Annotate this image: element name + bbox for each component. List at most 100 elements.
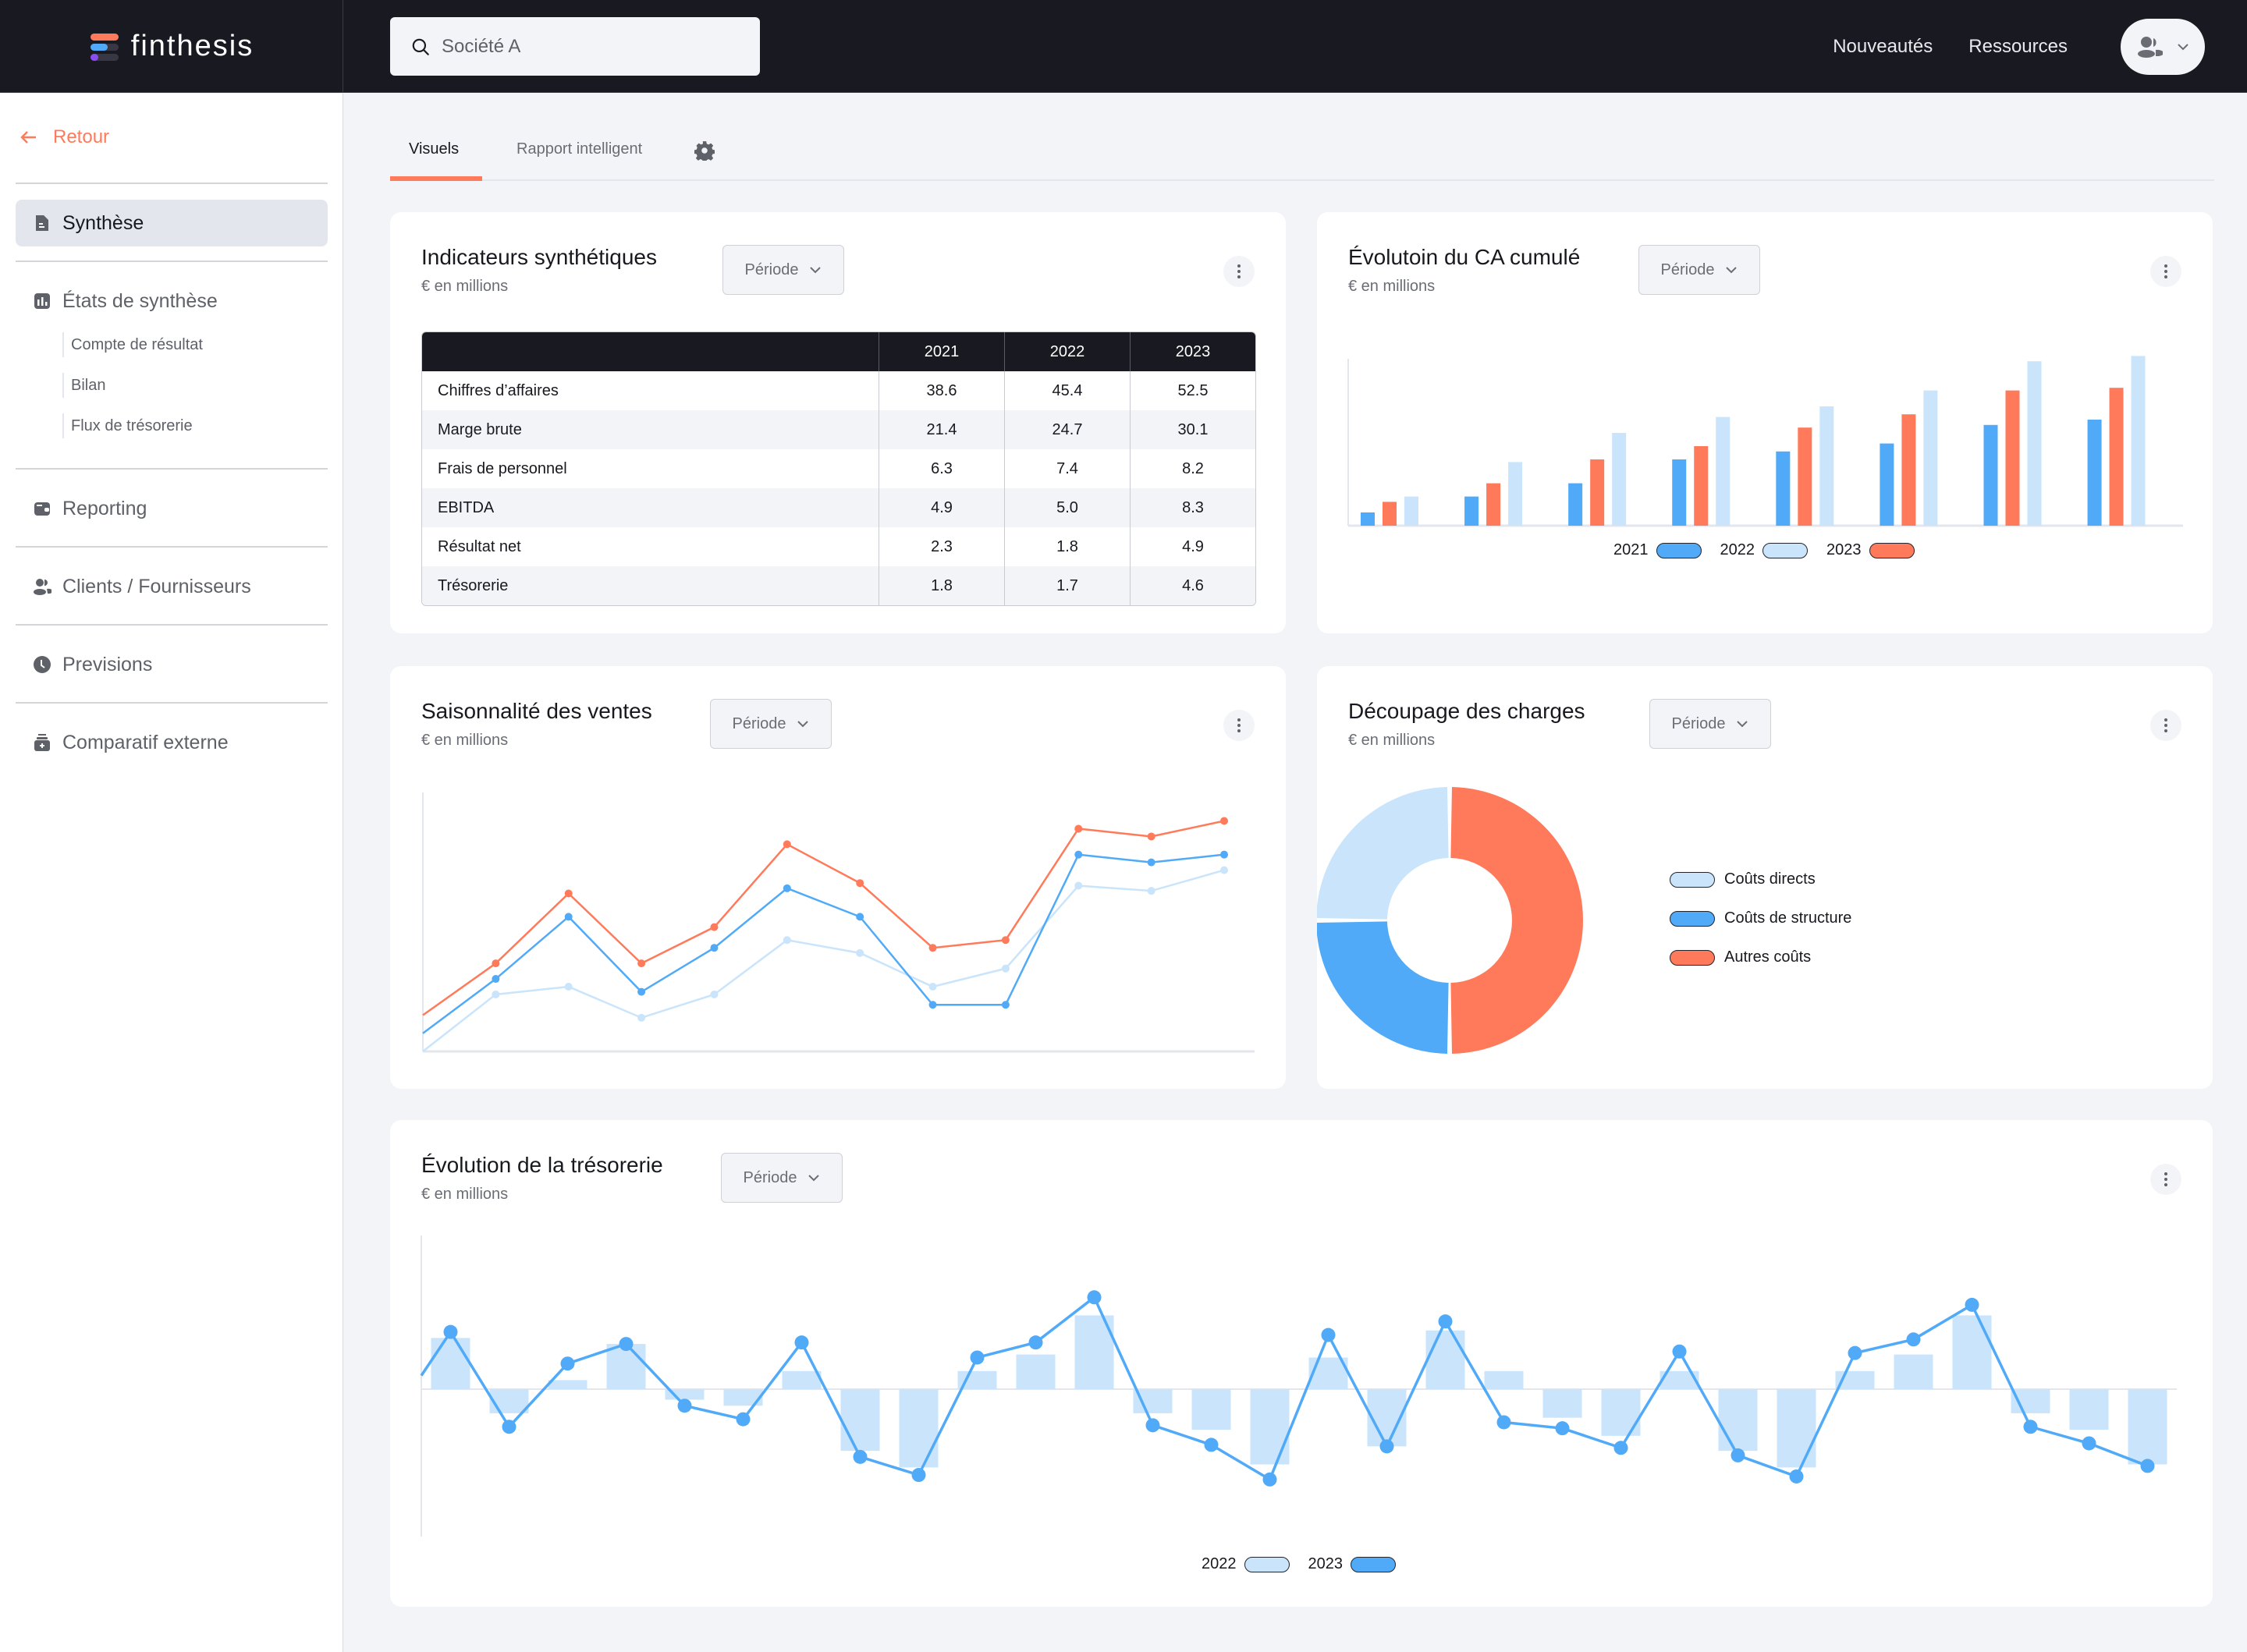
brand[interactable]: finthesis [0,0,343,93]
point-2023-30 [2140,1459,2155,1473]
chevron-down-icon [810,267,822,274]
point-2023-4 [619,1337,634,1352]
point-2023-11 [1220,817,1228,825]
point-2023-4 [710,923,719,931]
legend-item[interactable]: 2022 [1202,1555,1290,1573]
back-label: Retour [53,126,110,147]
bar-2021-3 [1568,483,1583,526]
sidebar-subitem-bilan[interactable]: Bilan [62,373,105,398]
sidebar-item-reporting[interactable]: Reporting [16,485,328,532]
sidebar-item-label: Clients / Fournisseurs [62,575,251,597]
period-label: Période [744,261,799,278]
kebab-icon [1237,264,1241,278]
legend-item[interactable]: Coûts directs [1670,870,1851,888]
legend-item[interactable]: 2022 [1720,541,1808,559]
search-input[interactable] [442,35,738,58]
bar-2022-8 [840,1389,880,1452]
point-2022-5 [783,936,791,945]
divider [16,468,328,470]
point-2023-9 [911,1468,926,1483]
point-2023-6 [856,879,864,888]
bar-2023-2 [1486,483,1501,526]
point-2023-12 [1087,1290,1102,1305]
point-2023-26 [1906,1332,1921,1347]
sidebar-item-etats-de-synthese[interactable]: États de synthèse [16,278,328,324]
table-row: Chiffres d’affaires 38.6 45.4 52.5 [422,371,1255,410]
cell-value: 52.5 [1130,371,1255,410]
sidebar-item-previsions[interactable]: Previsions [16,641,328,688]
cell-value: 7.4 [1004,449,1130,488]
point-2023-16 [1321,1328,1336,1342]
bar-2022-14 [1191,1389,1231,1430]
card-decoupage-charges: Découpage des charges € en millions Péri… [1317,666,2213,1089]
point-2023-8 [1001,936,1010,945]
point-2023-27 [1965,1297,1979,1312]
bar-2021-1 [1361,512,1375,526]
back-link[interactable]: Retour [20,126,109,148]
legend-item[interactable]: 2021 [1613,541,1702,559]
link-ressources[interactable]: Ressources [1968,36,2068,58]
bar-2022-1 [1404,496,1418,526]
cell-value: 4.6 [1130,566,1255,605]
point-2023-18 [1438,1314,1453,1329]
cell-value: 1.8 [1004,527,1130,566]
bar-2022-18 [1425,1330,1465,1389]
sidebar-item-synthese[interactable]: Synthèse [16,200,328,246]
cell-value: 38.6 [879,371,1004,410]
bar-2023-8 [2109,388,2124,526]
bar-2023-6 [1901,414,1916,526]
point-2021-7 [928,1001,937,1009]
legend-item[interactable]: Autres coûts [1670,948,1851,966]
point-2021-4 [710,944,719,952]
link-nouveautes[interactable]: Nouveautés [1833,36,1933,58]
row-label: Trésorerie [422,566,879,605]
bar-2022-6 [1923,390,1938,526]
row-label: Résultat net [438,537,521,555]
cell-value: 21.4 [879,410,1004,449]
gear-icon[interactable] [694,140,715,161]
indicators-table: 2021 2022 2023 Chiffres d’affaires 38.6 45.4… [421,331,1256,606]
sidebar-item-label: États de synthèse [62,289,218,312]
tab-visuels[interactable]: Visuels [409,140,459,158]
sidebar-item-label: Reporting [62,497,147,519]
sidebar-subitem-compte-de-resultat[interactable]: Compte de résultat [62,332,203,357]
bar-2021-6 [1880,443,1894,526]
sidebar-subitem-flux-de-tresorerie[interactable]: Flux de trésorerie [62,413,193,438]
top-links: Nouveautés Ressources [1833,0,2068,93]
legend-item[interactable]: 2023 [1826,541,1915,559]
company-search[interactable] [390,17,760,76]
legend-label: Autres coûts [1724,948,1812,966]
table-row: Frais de personnel 6.3 7.4 8.2 [422,449,1255,488]
bar-2022-11 [1016,1354,1056,1389]
row-label: Chiffres d’affaires [438,381,559,399]
user-menu-button[interactable] [2121,19,2205,75]
cell-value: 45.4 [1004,371,1130,410]
bar-2023-1 [1383,502,1397,526]
bar-2022-20 [1542,1389,1582,1418]
cell-value: 1.8 [879,566,1004,605]
point-2022-9 [1074,881,1083,890]
sidebar-item-clients-fournisseurs[interactable]: Clients / Fournisseurs [16,563,328,610]
users-icon [2138,37,2163,58]
sidebar-item-comparatif-externe[interactable]: Comparatif externe [16,719,328,766]
point-2021-3 [637,987,646,996]
tab-rapport-intelligent[interactable]: Rapport intelligent [516,140,642,158]
arrow-left-icon [20,131,36,144]
bar-2021-8 [2087,420,2102,526]
bar-2023-5 [1798,427,1812,526]
point-2023-8 [853,1449,868,1464]
legend-item[interactable]: Coûts de structure [1670,909,1851,927]
row-label: EBITDA [422,488,879,527]
chart-legend: 2022 2023 [1202,1555,1404,1573]
legend-item[interactable]: 2023 [1308,1555,1396,1573]
legend-swatch [1656,542,1702,558]
point-2023-23 [1731,1448,1745,1462]
point-2023-3 [637,959,646,968]
bar-2021-4 [1672,459,1687,526]
period-dropdown[interactable]: Période [722,245,844,295]
legend-swatch [1670,871,1715,888]
more-options-button[interactable] [1223,256,1255,287]
bar-2022-30 [2128,1389,2167,1465]
line-2023 [422,820,1225,1016]
point-2023-17 [1379,1439,1394,1454]
